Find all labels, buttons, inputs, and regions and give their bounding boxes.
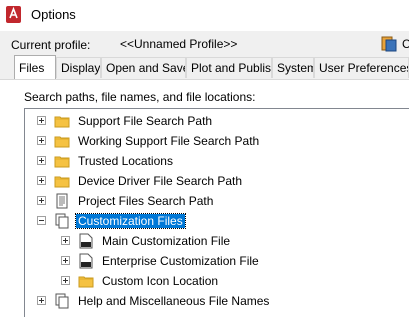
tree-node-label: Device Driver File Search Path xyxy=(78,174,243,188)
current-profile-value: <<Unnamed Profile>> xyxy=(120,37,238,51)
tab-open-and-save[interactable]: Open and Save xyxy=(101,57,186,78)
current-drawing-label: C xyxy=(402,37,409,51)
files-icon xyxy=(54,293,70,309)
profile-row: Current profile: <<Unnamed Profile>> C xyxy=(0,31,409,57)
folder-icon xyxy=(78,273,94,289)
tree-node-label: Customization Files xyxy=(75,213,186,229)
folder-icon xyxy=(54,113,70,129)
collapse-icon[interactable] xyxy=(37,216,46,225)
folder-icon xyxy=(54,153,70,169)
tab-plot-and-publish[interactable]: Plot and Publish xyxy=(186,57,272,78)
tree-node-label: Custom Icon Location xyxy=(102,274,219,288)
expand-icon[interactable] xyxy=(61,276,70,285)
tab-user-preferences[interactable]: User Preferences xyxy=(314,57,409,78)
expand-icon[interactable] xyxy=(37,296,46,305)
folder-icon xyxy=(54,133,70,149)
drawing-icon xyxy=(381,36,397,52)
tab-strip: Files Display Open and Save Plot and Pub… xyxy=(0,55,409,79)
tab-files[interactable]: Files xyxy=(14,55,56,79)
file-tree[interactable]: Support File Search Path Working Support… xyxy=(24,108,409,317)
expand-icon[interactable] xyxy=(61,256,70,265)
title-bar: Options xyxy=(0,0,409,31)
current-profile-label: Current profile: xyxy=(11,38,91,52)
folder-icon xyxy=(54,173,70,189)
tree-node-label: Project Files Search Path xyxy=(78,194,214,208)
tree-node-label: Trusted Locations xyxy=(78,154,173,168)
files-icon xyxy=(54,213,70,229)
files-panel: Search paths, file names, and file locat… xyxy=(0,79,409,317)
autocad-app-icon xyxy=(6,6,21,23)
tab-system[interactable]: System xyxy=(272,57,314,78)
tab-display[interactable]: Display xyxy=(56,57,101,78)
cui-file-icon xyxy=(78,233,94,249)
tree-node-label: Support File Search Path xyxy=(78,114,213,128)
expand-icon[interactable] xyxy=(61,236,70,245)
expand-icon[interactable] xyxy=(37,116,46,125)
search-paths-label: Search paths, file names, and file locat… xyxy=(24,90,256,104)
document-icon xyxy=(54,193,70,209)
cui-file-icon xyxy=(78,253,94,269)
tree-node-label: Enterprise Customization File xyxy=(102,254,259,268)
tree-node-label: Help and Miscellaneous File Names xyxy=(78,294,270,308)
expand-icon[interactable] xyxy=(37,156,46,165)
expand-icon[interactable] xyxy=(37,136,46,145)
expand-icon[interactable] xyxy=(37,176,46,185)
tree-node-label: Working Support File Search Path xyxy=(78,134,260,148)
tree-node-label: Main Customization File xyxy=(102,234,231,248)
expand-icon[interactable] xyxy=(37,196,46,205)
window-title: Options xyxy=(31,7,76,22)
